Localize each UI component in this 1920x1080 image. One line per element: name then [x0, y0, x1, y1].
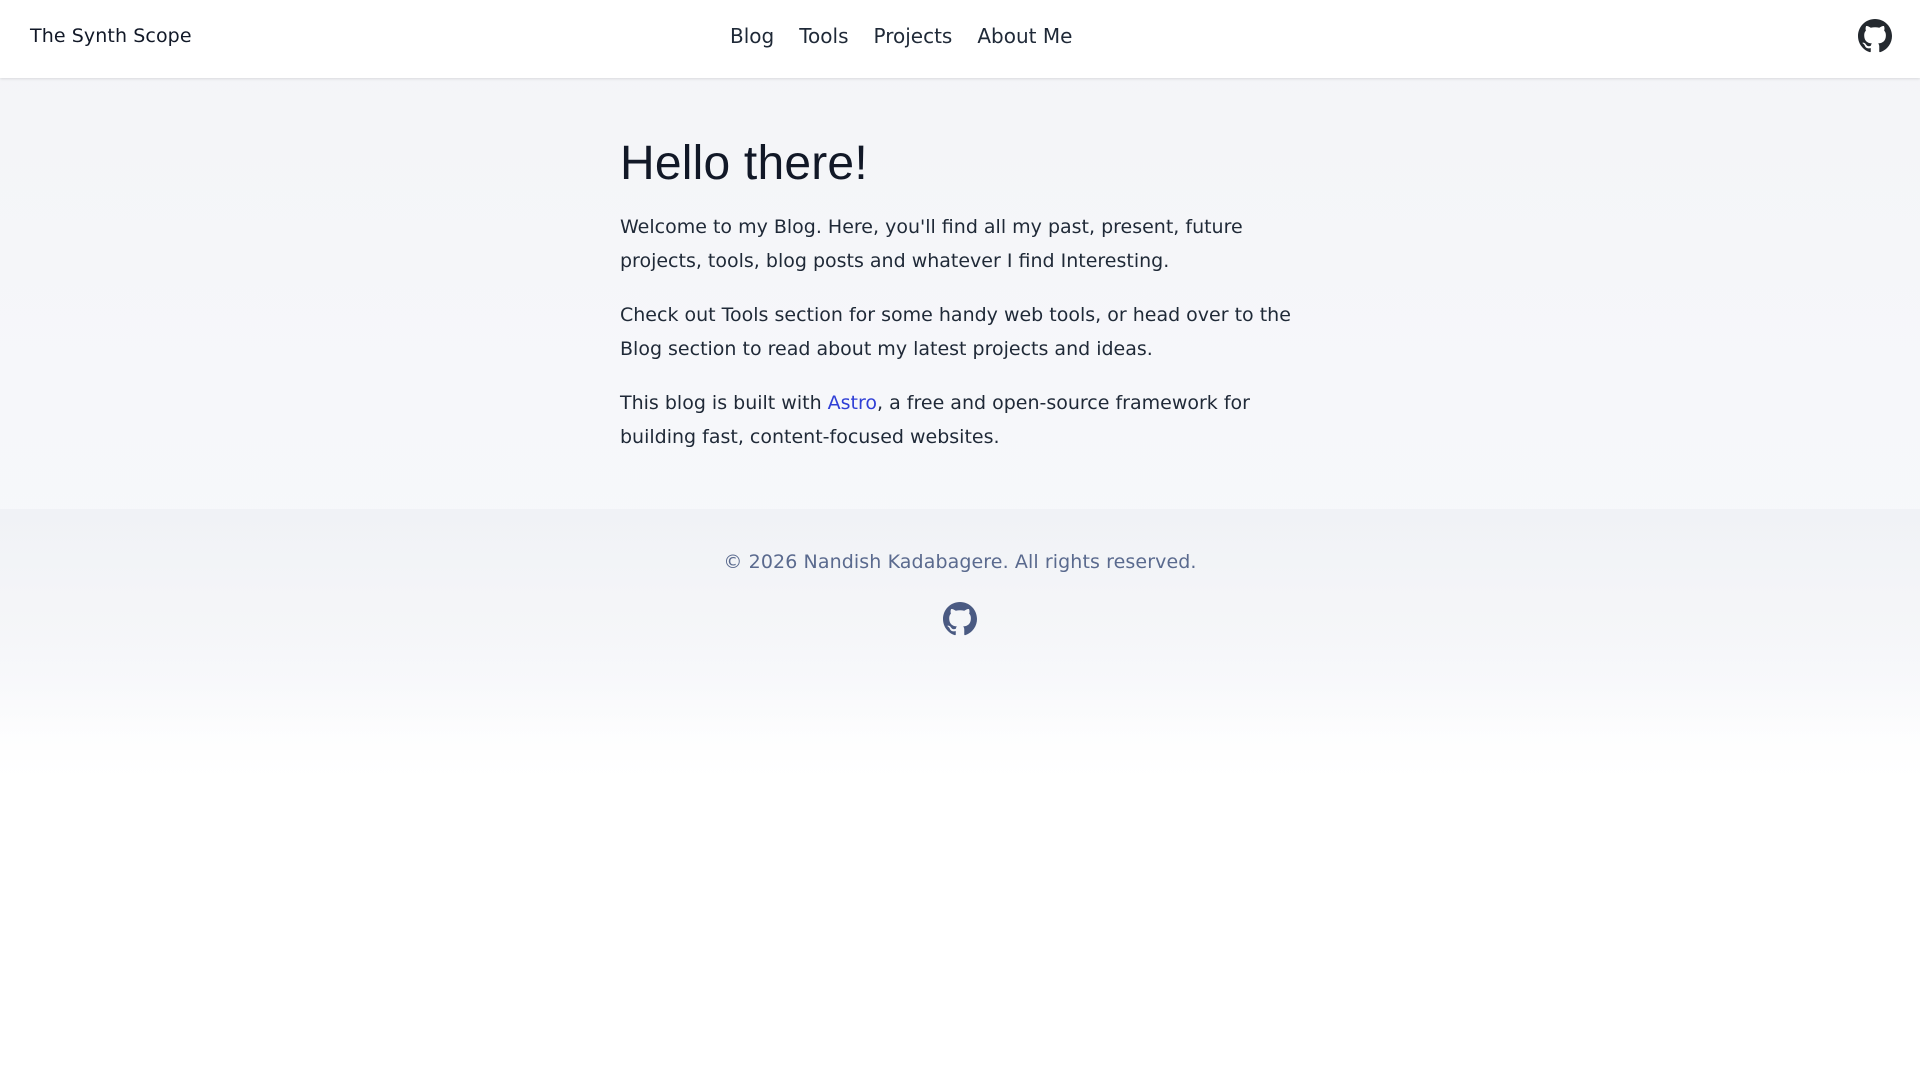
github-icon[interactable]: [943, 602, 977, 636]
tools-paragraph: Check out Tools section for some handy w…: [620, 304, 1291, 360]
intro-section: Hello there! Welcome to my Blog. Here, y…: [620, 136, 1300, 474]
github-icon[interactable]: [1858, 19, 1892, 53]
welcome-paragraph: Welcome to my Blog. Here, you'll find al…: [620, 216, 1243, 272]
nav-link-blog[interactable]: Blog: [730, 22, 774, 50]
copyright-text: © 2026 Nandish Kadabagere. All rights re…: [723, 551, 1197, 573]
nav-link-tools[interactable]: Tools: [799, 22, 848, 50]
site-footer: © 2026 Nandish Kadabagere. All rights re…: [0, 509, 1920, 739]
brand-link[interactable]: The Synth Scope: [30, 25, 192, 47]
astro-link[interactable]: Astro: [828, 392, 877, 414]
nav-link-about-me[interactable]: About Me: [977, 22, 1072, 50]
main-nav: Blog Tools Projects About Me: [730, 22, 1072, 50]
site-header: The Synth Scope Blog Tools Projects Abou…: [0, 0, 1920, 78]
main-content: Hello there! Welcome to my Blog. Here, y…: [0, 78, 1920, 509]
nav-link-projects[interactable]: Projects: [874, 22, 953, 50]
page-title: Hello there!: [620, 137, 868, 190]
astro-paragraph: This blog is built with Astro, a free an…: [620, 386, 1300, 454]
astro-paragraph-before: This blog is built with: [620, 392, 828, 414]
